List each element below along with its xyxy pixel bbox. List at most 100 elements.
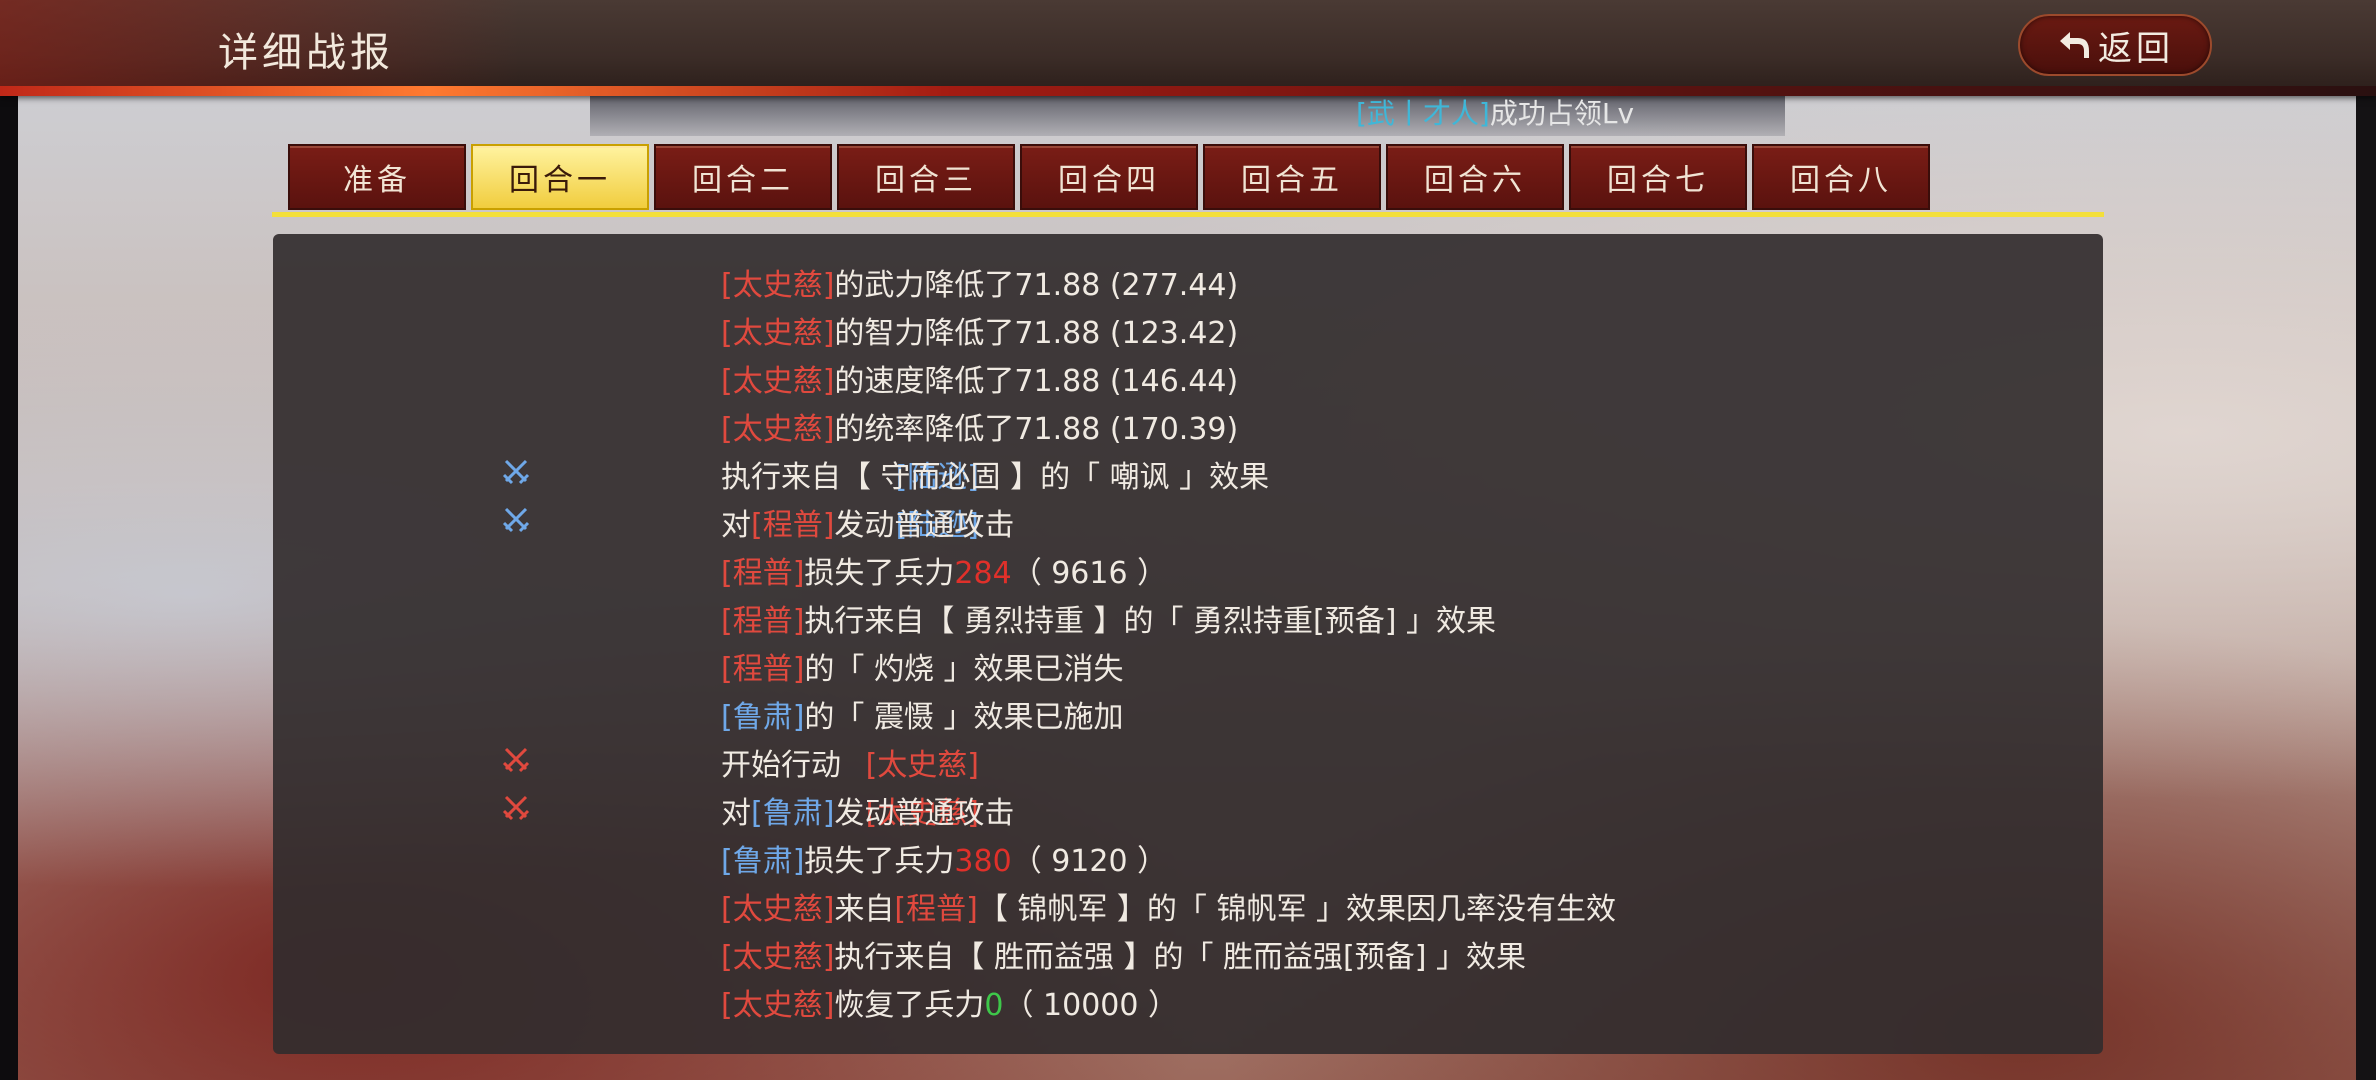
log-segment: 284 [954, 556, 1012, 591]
header-bar: 详细战报 返回 [0, 0, 2376, 96]
log-segment: [程普] [721, 556, 805, 591]
battle-log-panel[interactable]: [太史慈]的武力降低了71.88 (277.44) [太史慈]的智力降低了71.8… [273, 234, 2103, 1054]
log-segment: 的统率降低了71.88 (170.39) [834, 412, 1239, 447]
tab-round-1[interactable]: 回合一 [471, 144, 649, 210]
log-segment: 的智力降低了71.88 (123.42) [834, 316, 1239, 351]
log-row: [太史慈]执行来自【 胜而益强 】的「 胜而益强[预备] 」效果 [273, 926, 2103, 976]
log-segment: 来自 [834, 892, 895, 927]
log-segment: [鲁肃] [751, 796, 835, 831]
tab-round-7[interactable]: 回合七 [1569, 144, 1747, 210]
log-segment: 【 锦帆军 】的「 锦帆军 」效果因几率没有生效 [977, 892, 1616, 927]
log-message: [太史慈]恢复了兵力0（ 10000 ） [721, 980, 1178, 1024]
crossed-swords-icon [501, 504, 531, 534]
battle-log-list: [太史慈]的武力降低了71.88 (277.44) [太史慈]的智力降低了71.8… [273, 254, 2103, 1024]
log-segment: 恢复了兵力 [834, 988, 985, 1023]
log-segment: [程普] [894, 892, 978, 927]
log-row: [太史慈]的智力降低了71.88 (123.42) [273, 302, 2103, 352]
log-segment: （ 10000 ） [1003, 988, 1179, 1023]
crossed-swords-icon [501, 456, 531, 486]
log-message: [太史慈]执行来自【 胜而益强 】的「 胜而益强[预备] 」效果 [721, 932, 1526, 976]
tab-round-4[interactable]: 回合四 [1020, 144, 1198, 210]
log-message: [程普]执行来自【 勇烈持重 】的「 勇烈持重[预备] 」效果 [721, 596, 1496, 640]
log-segment: [程普] [751, 508, 835, 543]
log-row: [陆逊] 对[程普]发动普通攻击 [273, 494, 2103, 544]
log-row: [太史慈]的速度降低了71.88 (146.44) [273, 350, 2103, 400]
log-message: [太史慈]来自[程普]【 锦帆军 】的「 锦帆军 」效果因几率没有生效 [721, 884, 1616, 928]
log-segment: （ 9120 ） [1011, 844, 1168, 879]
log-message: [太史慈]的统率降低了71.88 (170.39) [721, 404, 1238, 448]
log-segment: [太史慈] [721, 892, 835, 927]
log-row: [陆逊] 执行来自【 守而必固 】的「 嘲讽 」效果 [273, 446, 2103, 496]
log-segment: [太史慈] [721, 940, 835, 975]
log-segment: 的速度降低了71.88 (146.44) [834, 364, 1239, 399]
log-segment: [鲁肃] [721, 700, 805, 735]
crossed-swords-icon [501, 792, 531, 822]
log-segment: 发动普通攻击 [834, 508, 1015, 543]
crossed-swords-icon [501, 744, 531, 774]
log-row: [太史慈] 对[鲁肃]发动普通攻击 [273, 782, 2103, 832]
log-row: [太史慈]来自[程普]【 锦帆军 】的「 锦帆军 」效果因几率没有生效 [273, 878, 2103, 928]
left-frame [0, 96, 18, 1080]
log-segment: （ 9616 ） [1011, 556, 1168, 591]
tab-round-2[interactable]: 回合二 [654, 144, 832, 210]
right-frame [2356, 96, 2376, 1080]
log-segment: [程普] [721, 604, 805, 639]
log-row: [程普]损失了兵力284（ 9616 ） [273, 542, 2103, 591]
log-segment: 开始行动 [721, 748, 841, 783]
page-title: 详细战报 [218, 30, 394, 76]
log-segment: 的「 灼烧 」效果已消失 [804, 652, 1124, 687]
log-segment: 损失了兵力 [804, 844, 955, 879]
tab-round-3[interactable]: 回合三 [837, 144, 1015, 210]
tab-round-5[interactable]: 回合五 [1203, 144, 1381, 210]
log-row: [太史慈]的统率降低了71.88 (170.39) [273, 398, 2103, 448]
log-message: [程普]的「 灼烧 」效果已消失 [721, 644, 1124, 688]
log-message: [鲁肃]的「 震慑 」效果已施加 [721, 692, 1124, 736]
log-row: [太史慈]恢复了兵力0（ 10000 ） [273, 974, 2103, 1024]
log-row: [太史慈]的武力降低了71.88 (277.44) [273, 254, 2103, 304]
log-segment: 执行来自【 守而必固 】的「 嘲讽 」效果 [721, 460, 1270, 495]
tab-round-8[interactable]: 回合八 [1752, 144, 1930, 210]
log-segment: 0 [984, 988, 1004, 1023]
log-message: [太史慈]的智力降低了71.88 (123.42) [721, 308, 1238, 352]
log-actor: [太史慈] [865, 748, 979, 783]
log-segment: 执行来自【 勇烈持重 】的「 勇烈持重[预备] 」效果 [804, 604, 1496, 639]
log-segment: 对 [721, 796, 751, 831]
log-message: 执行来自【 守而必固 】的「 嘲讽 」效果 [721, 452, 1269, 496]
log-segment: 380 [954, 844, 1012, 879]
tab-round-0[interactable]: 准备 [288, 144, 466, 210]
log-row: [太史慈] 开始行动 [273, 734, 2103, 784]
log-row: [鲁肃]损失了兵力380（ 9120 ） [273, 830, 2103, 880]
log-message: 对[鲁肃]发动普通攻击 [721, 788, 1014, 832]
log-segment: [太史慈] [721, 412, 835, 447]
log-segment: 的武力降低了71.88 (277.44) [834, 268, 1239, 303]
log-message: 对[程普]发动普通攻击 [721, 500, 1014, 544]
log-row: [鲁肃]的「 震慑 」效果已施加 [273, 686, 2103, 736]
log-segment: [太史慈] [721, 268, 835, 303]
log-segment: 对 [721, 508, 751, 543]
log-message: 开始行动 [721, 740, 841, 784]
occupy-name: [武丨才人] [1356, 97, 1490, 130]
back-button-label: 返回 [2098, 28, 2174, 69]
log-segment: [太史慈] [721, 316, 835, 351]
log-segment: 发动普通攻击 [834, 796, 1015, 831]
log-segment: [太史慈] [721, 988, 835, 1023]
round-tabs: 准备 回合一 回合二 回合三 回合四 回合五 回合六 回合七 回合八 [288, 144, 1930, 210]
log-row: [程普]执行来自【 勇烈持重 】的「 勇烈持重[预备] 」效果 [273, 590, 2103, 640]
occupy-notice: [武丨才人]成功占领Lv [1356, 92, 1634, 132]
header-glow [0, 86, 2376, 96]
back-arrow-icon [2060, 32, 2089, 58]
log-segment: 执行来自【 胜而益强 】的「 胜而益强[预备] 」效果 [834, 940, 1526, 975]
back-button[interactable]: 返回 [2018, 14, 2212, 76]
log-segment: [太史慈] [721, 364, 835, 399]
log-message: [太史慈]的速度降低了71.88 (146.44) [721, 356, 1238, 400]
tab-round-6[interactable]: 回合六 [1386, 144, 1564, 210]
log-message: [鲁肃]损失了兵力380（ 9120 ） [721, 836, 1167, 880]
log-segment: 的「 震慑 」效果已施加 [804, 700, 1124, 735]
occupy-text: 成功占领Lv [1489, 97, 1635, 130]
log-segment: [程普] [721, 652, 805, 687]
log-segment: [鲁肃] [721, 844, 805, 879]
log-message: [太史慈]的武力降低了71.88 (277.44) [721, 260, 1238, 304]
log-row: [程普]的「 灼烧 」效果已消失 [273, 638, 2103, 688]
tab-underline [272, 212, 2104, 217]
log-segment: 损失了兵力 [804, 556, 955, 591]
